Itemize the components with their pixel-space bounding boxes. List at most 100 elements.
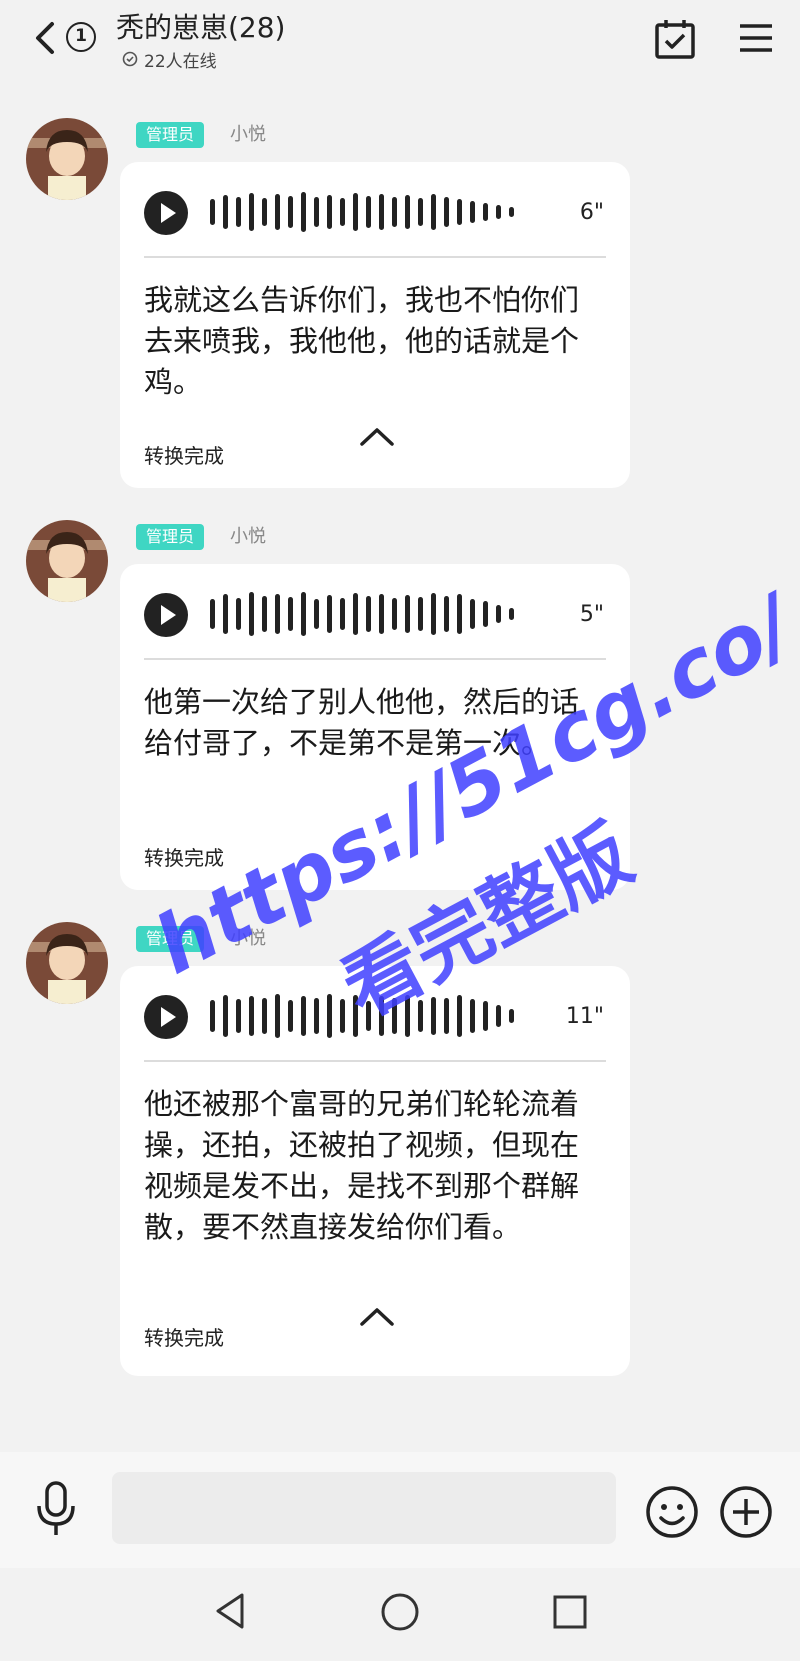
waveform-bar — [262, 596, 267, 632]
divider — [144, 1060, 606, 1062]
waveform-bar — [457, 594, 462, 634]
waveform-bar — [431, 593, 436, 635]
play-button[interactable] — [144, 593, 188, 637]
chat-header: 1 秃的崽崽(28) 22人在线 — [0, 0, 800, 96]
waveform-bar — [340, 999, 345, 1033]
online-check-icon — [122, 51, 138, 67]
calendar-check-icon[interactable] — [654, 18, 696, 60]
waveform-bar — [483, 601, 488, 627]
sender-nickname[interactable]: 小悦 — [230, 524, 266, 550]
waveform-bar — [379, 194, 384, 230]
waveform-bar — [496, 205, 501, 219]
waveform-bar — [431, 997, 436, 1035]
system-nav-bar — [0, 1568, 800, 1661]
waveform-icon — [210, 192, 514, 232]
waveform-bar — [262, 998, 267, 1034]
divider — [144, 658, 606, 660]
voice-message-bubble[interactable]: 6" 我就这么告诉你们，我也不怕你们去来喷我，我他他，他的话就是个鸡。 转换完成 — [120, 162, 630, 488]
waveform-bar — [314, 197, 319, 227]
online-status[interactable]: 22人在线 — [122, 48, 217, 72]
role-badge: 管理员 — [136, 926, 205, 952]
unread-count-badge[interactable]: 1 — [66, 22, 96, 52]
voice-player[interactable]: 5" — [144, 588, 614, 640]
waveform-bar — [327, 595, 332, 633]
waveform-bar — [392, 598, 397, 630]
waveform-bar — [444, 596, 449, 632]
waveform-bar — [301, 192, 306, 232]
voice-message-bubble[interactable]: 5" 他第一次给了别人他他，然后的话给付哥了，不是第不是第一次。 转换完成 — [120, 564, 630, 890]
transcript-text: 他还被那个富哥的兄弟们轮轮流着操，还拍，还被拍了视频，但现在视频是发不出，是找不… — [144, 1087, 580, 1244]
collapse-chevron-icon[interactable] — [358, 424, 396, 448]
waveform-bar — [366, 1001, 371, 1031]
nav-home-icon[interactable] — [378, 1590, 422, 1634]
waveform-bar — [496, 1005, 501, 1027]
waveform-bar — [301, 592, 306, 636]
avatar[interactable] — [26, 118, 108, 200]
waveform-bar — [509, 608, 514, 620]
nav-back-icon[interactable] — [210, 1590, 250, 1632]
waveform-bar — [353, 193, 358, 231]
waveform-bar — [470, 201, 475, 223]
microphone-icon[interactable] — [32, 1480, 80, 1538]
waveform-bar — [366, 596, 371, 632]
voice-message-bubble[interactable]: 11" 他还被那个富哥的兄弟们轮轮流着操，还拍，还被拍了视频，但现在视频是发不出… — [120, 966, 630, 1376]
waveform-bar — [470, 599, 475, 629]
waveform-bar — [470, 999, 475, 1033]
waveform-bar — [314, 599, 319, 629]
waveform-bar — [210, 599, 215, 629]
transcript-text: 他第一次给了别人他他，然后的话给付哥了，不是第不是第一次。 — [144, 685, 580, 760]
play-icon — [161, 1007, 176, 1027]
waveform-bar — [314, 998, 319, 1034]
waveform-bar — [236, 598, 241, 630]
avatar-image — [26, 118, 108, 200]
waveform-bar — [236, 197, 241, 227]
convert-status: 转换完成 — [144, 444, 224, 468]
waveform-bar — [379, 594, 384, 634]
waveform-bar — [431, 194, 436, 230]
transcript-text: 我就这么告诉你们，我也不怕你们去来喷我，我他他，他的话就是个鸡。 — [144, 283, 580, 399]
waveform-bar — [444, 197, 449, 227]
avatar-image — [26, 922, 108, 1004]
waveform-icon — [210, 592, 514, 636]
sender-nickname[interactable]: 小悦 — [230, 926, 266, 952]
waveform-bar — [262, 198, 267, 226]
waveform-bar — [249, 996, 254, 1036]
voice-player[interactable]: 6" — [144, 186, 614, 238]
waveform-bar — [301, 996, 306, 1036]
waveform-bar — [288, 1000, 293, 1032]
online-count-text: 22人在线 — [144, 51, 217, 72]
avatar[interactable] — [26, 922, 108, 1004]
convert-status: 转换完成 — [144, 1326, 224, 1350]
avatar[interactable] — [26, 520, 108, 602]
waveform-bar — [418, 198, 423, 226]
waveform-bar — [327, 195, 332, 229]
nav-recent-apps-icon[interactable] — [550, 1592, 590, 1632]
waveform-bar — [288, 597, 293, 631]
waveform-bar — [509, 1009, 514, 1023]
waveform-bar — [418, 1000, 423, 1032]
back-arrow-icon[interactable] — [28, 18, 62, 58]
voice-player[interactable]: 11" — [144, 990, 614, 1042]
play-icon — [161, 605, 176, 625]
message-input-bar — [0, 1452, 800, 1568]
waveform-bar — [496, 605, 501, 623]
emoji-icon[interactable] — [644, 1484, 700, 1540]
sender-nickname[interactable]: 小悦 — [230, 122, 266, 148]
play-button[interactable] — [144, 191, 188, 235]
waveform-bar — [210, 199, 215, 225]
plus-icon[interactable] — [718, 1484, 774, 1540]
message-input[interactable] — [112, 1472, 616, 1544]
group-title[interactable]: 秃的崽崽(28) — [116, 6, 285, 46]
voice-duration: 5" — [579, 602, 604, 627]
waveform-bar — [457, 995, 462, 1037]
collapse-chevron-icon[interactable] — [358, 1304, 396, 1328]
waveform-bar — [210, 1000, 215, 1032]
waveform-bar — [392, 998, 397, 1034]
waveform-bar — [405, 995, 410, 1037]
menu-icon[interactable] — [738, 20, 774, 56]
waveform-bar — [353, 593, 358, 635]
waveform-icon — [210, 994, 514, 1038]
play-button[interactable] — [144, 995, 188, 1039]
waveform-bar — [340, 598, 345, 630]
waveform-bar — [405, 595, 410, 633]
